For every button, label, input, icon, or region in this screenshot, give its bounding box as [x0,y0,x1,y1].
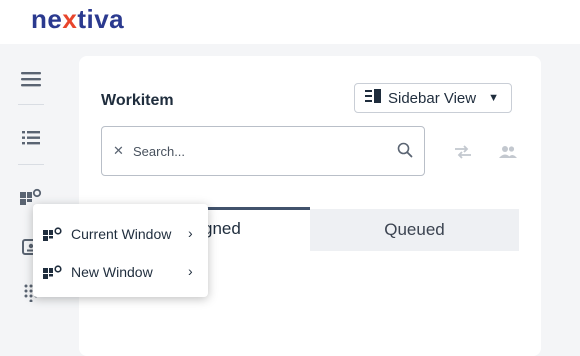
list-icon[interactable] [16,125,46,151]
rail-divider [18,164,44,165]
transfer-icon[interactable] [453,144,473,165]
top-header: nextiva [0,0,580,44]
widget-window-menu: Current Window › New Window › [33,204,208,297]
menu-item-new-window[interactable]: New Window › [33,254,208,290]
menu-item-label: New Window [71,264,153,280]
widget-window-icon [43,265,63,282]
widget-window-icon [43,227,63,244]
left-rail [0,44,62,351]
people-icon[interactable] [498,144,518,165]
chevron-right-icon: › [188,225,193,241]
panel-title: Workitem [101,92,174,109]
menu-item-label: Current Window [71,226,172,242]
clear-icon[interactable]: ✕ [113,143,124,159]
search-icon[interactable] [397,142,413,163]
search-box: ✕ [101,126,425,176]
hamburger-icon[interactable] [16,66,46,92]
view-select-label: Sidebar View [388,89,477,107]
rail-divider [18,104,44,105]
view-select-dropdown[interactable]: Sidebar View ▼ [354,83,512,113]
menu-item-current-window[interactable]: Current Window › [33,216,208,252]
nextiva-logo: nextiva [31,4,125,34]
tab-queued[interactable]: Queued [310,209,519,251]
chevron-right-icon: › [188,263,193,279]
sidebar-view-icon [365,89,381,107]
tab-assigned-label: gned [203,219,241,238]
caret-down-icon: ▼ [488,92,499,104]
tab-queued-label: Queued [384,220,445,239]
search-input[interactable] [133,142,373,160]
